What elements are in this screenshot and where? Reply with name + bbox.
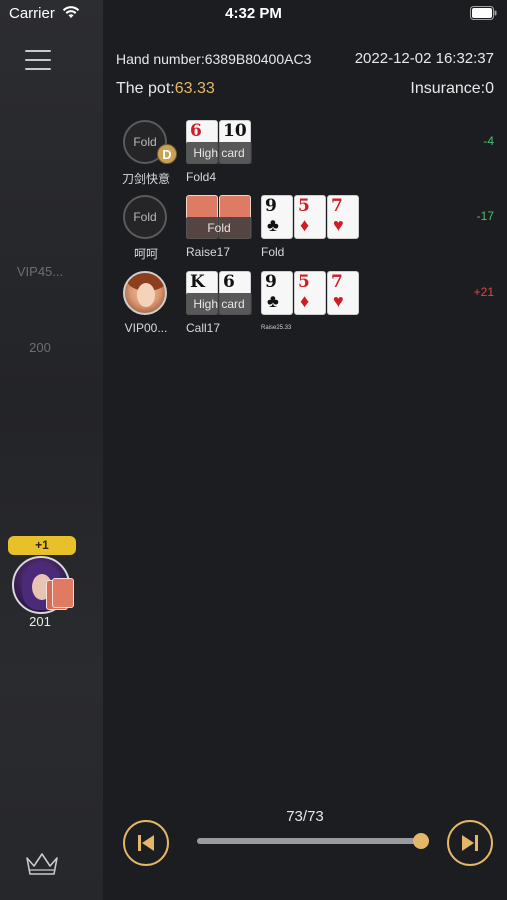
playing-card: 7 ♥ bbox=[327, 271, 359, 315]
hole-cards: Fold bbox=[186, 195, 252, 239]
card-rank: 9 bbox=[265, 272, 277, 292]
clock: 4:32 PM bbox=[225, 5, 282, 22]
seat-chip-count: 200 bbox=[29, 340, 51, 355]
hole-cards: 6 10 High card bbox=[186, 120, 252, 164]
player-name: VIP00... bbox=[124, 321, 168, 335]
crown-icon[interactable] bbox=[24, 850, 60, 878]
hero-card-back bbox=[52, 578, 74, 608]
pot-info: The pot:63.33 bbox=[116, 80, 215, 98]
game-table-sidebar bbox=[0, 0, 103, 900]
menu-line bbox=[25, 68, 51, 70]
card-rank: 7 bbox=[331, 196, 343, 216]
player-name: 刀剑快意 bbox=[121, 172, 170, 186]
flop-cards: 9 ♣ 5 ♦ 7 ♥ bbox=[261, 271, 361, 315]
pot-value: 63.33 bbox=[174, 80, 215, 97]
card-rank: 6 bbox=[223, 272, 235, 292]
hero-stack: 201 bbox=[29, 614, 51, 629]
pot-label: The pot: bbox=[116, 80, 175, 97]
player-row: Fold 呵呵 Fold Raise17 9 ♣ 5 ♦ 7 ♥ Fold -1… bbox=[103, 195, 507, 267]
player-avatar bbox=[123, 271, 167, 315]
replay-slider[interactable] bbox=[197, 833, 429, 849]
preflop-action: Fold4 bbox=[186, 170, 217, 184]
avatar-fold-text: Fold bbox=[133, 210, 157, 224]
hero-gain-badge: +1 bbox=[8, 536, 76, 555]
playing-card: 5 ♦ bbox=[294, 271, 326, 315]
card-suit: ♥ bbox=[333, 215, 344, 235]
playing-card: 9 ♣ bbox=[261, 195, 293, 239]
flop-action: Fold bbox=[261, 245, 285, 259]
dealer-badge: D bbox=[157, 144, 177, 164]
hand-number: Hand number:6389B80400AC3 bbox=[116, 51, 312, 67]
playing-card: 7 ♥ bbox=[327, 195, 359, 239]
player-result: +21 bbox=[473, 285, 494, 299]
card-rank: 5 bbox=[298, 272, 310, 292]
card-rank: K bbox=[190, 272, 205, 292]
card-suit: ♦ bbox=[300, 291, 310, 311]
flop-action: Raise25.33 bbox=[261, 325, 292, 331]
insurance-info: Insurance:0 bbox=[410, 80, 494, 97]
player-row: Fold D 刀剑快意 6 10 High card Fold4 -4 bbox=[103, 120, 507, 192]
player-result: -4 bbox=[483, 134, 494, 148]
flop-cards: 9 ♣ 5 ♦ 7 ♥ bbox=[261, 195, 361, 239]
card-rank: 5 bbox=[298, 196, 310, 216]
status-bar: Carrier 4:32 PM bbox=[0, 0, 507, 28]
player-name: 呵呵 bbox=[133, 247, 158, 261]
card-suit: ♣ bbox=[267, 291, 279, 311]
slider-fill bbox=[197, 838, 421, 844]
avatar-face bbox=[137, 283, 155, 307]
battery-icon bbox=[470, 6, 497, 20]
menu-icon[interactable] bbox=[25, 50, 51, 72]
card-rank: 10 bbox=[223, 121, 247, 141]
skip-forward-icon bbox=[462, 835, 478, 851]
player-row: VIP00... K 6 High card Call17 9 ♣ 5 ♦ 7 … bbox=[103, 271, 507, 343]
card-rank: 9 bbox=[265, 196, 277, 216]
skip-back-icon bbox=[138, 835, 154, 851]
skip-forward-button[interactable] bbox=[447, 820, 493, 866]
card-suit: ♦ bbox=[300, 215, 310, 235]
hand-rank-label: High card bbox=[186, 293, 252, 315]
hand-rank-label: Fold bbox=[186, 217, 252, 239]
hand-rank-label: High card bbox=[186, 142, 252, 164]
menu-line bbox=[25, 59, 51, 61]
preflop-action: Raise17 bbox=[186, 245, 231, 259]
skip-back-button[interactable] bbox=[123, 820, 169, 866]
preflop-action: Call17 bbox=[186, 321, 221, 335]
player-result: -17 bbox=[476, 209, 494, 223]
card-rank: 7 bbox=[331, 272, 343, 292]
card-rank: 6 bbox=[190, 121, 202, 141]
playing-card: 5 ♦ bbox=[294, 195, 326, 239]
hole-cards: K 6 High card bbox=[186, 271, 252, 315]
card-suit: ♣ bbox=[267, 215, 279, 235]
replay-progress: 73/73 bbox=[286, 808, 324, 825]
menu-line bbox=[25, 50, 51, 52]
hand-datetime: 2022-12-02 16:32:37 bbox=[354, 50, 494, 67]
seat-player-name: VIP45... bbox=[16, 264, 64, 279]
playing-card: 9 ♣ bbox=[261, 271, 293, 315]
card-suit: ♥ bbox=[333, 291, 344, 311]
slider-thumb[interactable] bbox=[413, 833, 429, 849]
hand-history-panel: Hand number:6389B80400AC3 2022-12-02 16:… bbox=[103, 28, 507, 900]
player-avatar: Fold bbox=[123, 195, 167, 239]
